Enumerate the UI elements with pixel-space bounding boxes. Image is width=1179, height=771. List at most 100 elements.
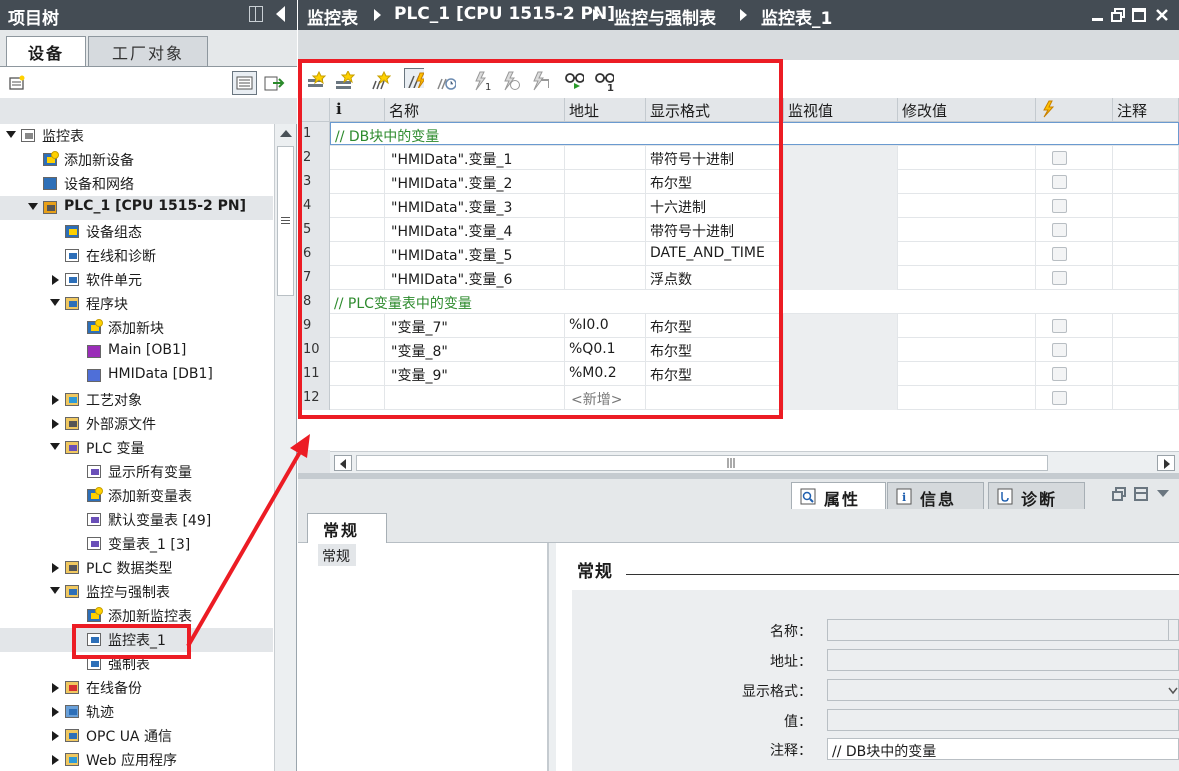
modify-checkbox[interactable] bbox=[1052, 175, 1067, 189]
tree-item[interactable]: 变量表_1 [3] bbox=[0, 532, 273, 556]
comment-cell[interactable] bbox=[1113, 194, 1179, 218]
comment-cell[interactable] bbox=[1113, 170, 1179, 194]
tab-properties[interactable]: 属性 bbox=[791, 482, 886, 509]
tab-info[interactable]: i 信息 bbox=[887, 482, 984, 509]
modify-value-cell[interactable] bbox=[898, 362, 1036, 386]
tab-devices[interactable]: 设备 bbox=[6, 36, 86, 66]
tree-item[interactable]: 工艺对象 bbox=[0, 388, 273, 412]
modify-checkbox[interactable] bbox=[1052, 151, 1067, 165]
modify-value-cell[interactable] bbox=[898, 314, 1036, 338]
tree-item[interactable]: HMIData [DB1] bbox=[0, 364, 273, 388]
tree-item[interactable]: PLC 变量 bbox=[0, 436, 273, 460]
tree-item[interactable]: 软件单元 bbox=[0, 268, 273, 292]
monitor-value-cell[interactable] bbox=[784, 146, 898, 170]
nav-item-general[interactable]: 常规 bbox=[318, 544, 356, 566]
modify-flag-cell[interactable] bbox=[1036, 194, 1113, 218]
modify-value-cell[interactable] bbox=[898, 266, 1036, 290]
scroll-up-icon[interactable] bbox=[280, 130, 292, 137]
tree-item[interactable]: 监控与强制表 bbox=[0, 580, 273, 604]
monitor-value-cell[interactable] bbox=[784, 362, 898, 386]
tree-item[interactable]: 添加新设备 bbox=[0, 148, 273, 172]
modify-value-cell[interactable] bbox=[898, 242, 1036, 266]
modify-value-cell[interactable] bbox=[898, 146, 1036, 170]
modify-flag-cell[interactable] bbox=[1036, 266, 1113, 290]
monitor-value-cell[interactable] bbox=[784, 386, 898, 410]
comment-cell[interactable] bbox=[1113, 386, 1179, 410]
table-horizontal-scrollbar[interactable] bbox=[330, 451, 1179, 473]
column-header-modify-value[interactable]: 修改值 bbox=[898, 98, 1036, 122]
breadcrumb-watch-tables[interactable]: 监控表 bbox=[307, 4, 358, 29]
device-view-icon[interactable] bbox=[8, 74, 26, 92]
expand-open-icon[interactable] bbox=[50, 587, 60, 594]
scroll-left-button[interactable] bbox=[334, 455, 352, 471]
project-tree-scrollbar[interactable] bbox=[274, 124, 296, 771]
layout-icon[interactable] bbox=[1134, 487, 1148, 501]
monitor-value-cell[interactable] bbox=[784, 314, 898, 338]
format-select[interactable] bbox=[827, 679, 1179, 701]
tree-item[interactable]: 轨迹 bbox=[0, 700, 273, 724]
dropdown-arrow-icon[interactable] bbox=[1156, 489, 1170, 499]
comment-field[interactable]: // DB块中的变量 bbox=[827, 738, 1179, 760]
maximize-icon[interactable] bbox=[1132, 8, 1146, 22]
modify-value-cell[interactable] bbox=[898, 170, 1036, 194]
column-header-comment[interactable]: 注释 bbox=[1113, 98, 1179, 122]
tree-item[interactable]: 外部源文件 bbox=[0, 412, 273, 436]
tree-item[interactable]: 默认变量表 [49] bbox=[0, 508, 273, 532]
expand-open-icon[interactable] bbox=[6, 131, 16, 138]
modify-value-cell[interactable] bbox=[898, 386, 1036, 410]
modify-checkbox[interactable] bbox=[1052, 367, 1067, 381]
modify-checkbox[interactable] bbox=[1052, 319, 1067, 333]
expand-open-icon[interactable] bbox=[50, 299, 60, 306]
expand-closed-icon[interactable] bbox=[52, 563, 59, 573]
column-header-modify-flag[interactable] bbox=[1036, 98, 1113, 122]
name-field[interactable] bbox=[827, 619, 1179, 641]
monitor-value-cell[interactable] bbox=[784, 338, 898, 362]
modify-flag-cell[interactable] bbox=[1036, 146, 1113, 170]
tree-item[interactable]: 添加新变量表 bbox=[0, 484, 273, 508]
expand-open-icon[interactable] bbox=[28, 203, 38, 210]
collapse-panel-icon[interactable] bbox=[276, 6, 285, 22]
expand-closed-icon[interactable] bbox=[52, 755, 59, 765]
comment-cell[interactable] bbox=[1113, 362, 1179, 386]
expand-closed-icon[interactable] bbox=[52, 419, 59, 429]
tree-item[interactable]: 显示所有变量 bbox=[0, 460, 273, 484]
comment-cell[interactable] bbox=[1113, 242, 1179, 266]
tree-item[interactable]: 设备和网络 bbox=[0, 172, 273, 196]
value-field[interactable] bbox=[827, 709, 1179, 731]
tab-general[interactable]: 常规 bbox=[307, 513, 387, 544]
restore-icon[interactable] bbox=[1111, 8, 1125, 22]
modify-flag-cell[interactable] bbox=[1036, 314, 1113, 338]
breadcrumb-plc[interactable]: PLC_1 [CPU 1515-2 PN] bbox=[394, 4, 615, 24]
expand-closed-icon[interactable] bbox=[52, 731, 59, 741]
modify-value-cell[interactable] bbox=[898, 194, 1036, 218]
tree-item[interactable]: 程序块 bbox=[0, 292, 273, 316]
tree-item[interactable]: 在线备份 bbox=[0, 676, 273, 700]
tab-diagnostics[interactable]: 诊断 bbox=[988, 482, 1085, 509]
tree-item[interactable]: OPC UA 通信 bbox=[0, 724, 273, 748]
restore-icon[interactable] bbox=[1112, 487, 1126, 501]
comment-cell[interactable] bbox=[1113, 338, 1179, 362]
modify-checkbox[interactable] bbox=[1052, 271, 1067, 285]
monitor-value-cell[interactable] bbox=[784, 194, 898, 218]
modify-flag-cell[interactable] bbox=[1036, 218, 1113, 242]
modify-checkbox[interactable] bbox=[1052, 247, 1067, 261]
modify-value-cell[interactable] bbox=[898, 218, 1036, 242]
address-field[interactable] bbox=[827, 649, 1179, 671]
tree-item[interactable]: Web 应用程序 bbox=[0, 748, 273, 771]
tree-item[interactable]: 在线和诊断 bbox=[0, 244, 273, 268]
modify-flag-cell[interactable] bbox=[1036, 170, 1113, 194]
close-icon[interactable] bbox=[1155, 8, 1169, 22]
overview-icon[interactable] bbox=[232, 71, 257, 95]
monitor-value-cell[interactable] bbox=[784, 266, 898, 290]
scroll-right-button[interactable] bbox=[1157, 455, 1175, 471]
modify-flag-cell[interactable] bbox=[1036, 338, 1113, 362]
comment-cell[interactable] bbox=[1113, 218, 1179, 242]
modify-flag-cell[interactable] bbox=[1036, 386, 1113, 410]
split-view-icon[interactable] bbox=[249, 6, 263, 22]
tree-item[interactable]: 监控表 bbox=[0, 124, 273, 148]
expand-closed-icon[interactable] bbox=[52, 395, 59, 405]
comment-cell[interactable] bbox=[1113, 146, 1179, 170]
modify-value-cell[interactable] bbox=[898, 338, 1036, 362]
monitor-value-cell[interactable] bbox=[784, 218, 898, 242]
expand-open-icon[interactable] bbox=[50, 443, 60, 450]
